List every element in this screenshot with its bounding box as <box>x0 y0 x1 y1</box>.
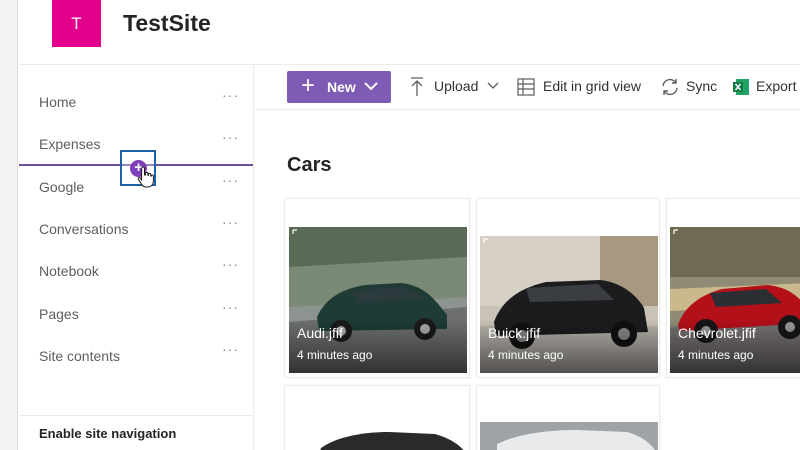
nav-item-label: Pages <box>39 306 79 322</box>
loading-spinner-icon <box>673 229 678 234</box>
grid-icon <box>517 78 535 96</box>
nav-item-label: Google <box>39 179 85 195</box>
file-card[interactable]: Buick.jfif 4 minutes ago <box>476 198 660 378</box>
file-thumbnail: Buick.jfif 4 minutes ago <box>480 236 658 373</box>
add-link-target[interactable]: + <box>120 150 156 188</box>
nav-item-notebook[interactable]: Notebook ··· <box>19 250 253 292</box>
upload-button[interactable]: Upload <box>434 78 478 94</box>
nav-item-site-contents[interactable]: Site contents ··· <box>19 335 253 377</box>
more-options-icon[interactable]: ··· <box>222 341 239 357</box>
sync-button[interactable]: Sync <box>686 78 717 94</box>
left-navigation: Home ··· Expenses ··· Google ··· Convers… <box>19 65 254 450</box>
more-options-icon[interactable]: ··· <box>222 299 239 315</box>
chevron-down-icon <box>364 82 378 91</box>
file-thumbnail: Audi.jfif 4 minutes ago <box>289 227 467 373</box>
file-modified: 4 minutes ago <box>488 348 564 362</box>
new-button[interactable]: + New <box>287 71 391 103</box>
loading-spinner-icon <box>292 229 297 234</box>
hand-pointer-icon <box>137 166 154 188</box>
sync-icon <box>662 78 678 96</box>
nav-item-label: Notebook <box>39 263 99 279</box>
more-options-icon[interactable]: ··· <box>222 172 239 188</box>
plus-icon: + <box>301 72 316 99</box>
more-options-icon[interactable]: ··· <box>222 256 239 272</box>
nav-item-label: Conversations <box>39 221 129 237</box>
more-options-icon[interactable]: ··· <box>222 214 239 230</box>
nav-item-label: Site contents <box>39 348 120 364</box>
command-bar: + New Upload Edit in grid view Sync Expo… <box>254 65 800 110</box>
file-card[interactable] <box>476 385 660 450</box>
car-photo <box>320 432 464 450</box>
file-thumbnail: Chevrolet.jfif 4 minutes ago <box>670 227 800 373</box>
site-title[interactable]: TestSite <box>123 10 211 37</box>
nav-item-label: Expenses <box>39 136 101 152</box>
nav-footer-divider <box>19 415 253 416</box>
nav-item-pages[interactable]: Pages ··· <box>19 293 253 335</box>
file-name[interactable]: Chevrolet.jfif <box>678 325 756 341</box>
edit-grid-view-button[interactable]: Edit in grid view <box>543 78 641 94</box>
enable-site-navigation[interactable]: Enable site navigation <box>39 426 176 441</box>
loading-spinner-icon <box>483 238 488 243</box>
nav-item-label: Home <box>39 94 77 110</box>
more-options-icon[interactable]: ··· <box>222 129 239 145</box>
file-card[interactable]: Audi.jfif 4 minutes ago <box>284 198 470 378</box>
site-logo[interactable]: T <box>52 0 101 47</box>
new-button-label: New <box>327 79 356 95</box>
excel-icon <box>733 79 749 95</box>
site-logo-letter: T <box>71 13 82 33</box>
chevron-down-icon[interactable] <box>487 82 499 90</box>
file-name[interactable]: Audi.jfif <box>297 325 343 341</box>
export-button[interactable]: Export <box>756 78 796 94</box>
file-modified: 4 minutes ago <box>297 348 373 362</box>
file-modified: 4 minutes ago <box>678 348 754 362</box>
more-options-icon[interactable]: ··· <box>222 87 239 103</box>
library-title: Cars <box>287 154 332 176</box>
nav-item-conversations[interactable]: Conversations ··· <box>19 208 253 250</box>
upload-arrow-icon <box>411 77 423 96</box>
file-card[interactable] <box>284 385 470 450</box>
car-photo <box>480 422 658 450</box>
file-name[interactable]: Buick.jfif <box>488 325 540 341</box>
app-bar-edge <box>0 0 18 450</box>
nav-item-home[interactable]: Home ··· <box>19 81 253 123</box>
sharepoint-page: T TestSite Home ··· Expenses ··· Google … <box>0 0 800 450</box>
file-card[interactable]: Chevrolet.jfif 4 minutes ago <box>666 198 800 378</box>
